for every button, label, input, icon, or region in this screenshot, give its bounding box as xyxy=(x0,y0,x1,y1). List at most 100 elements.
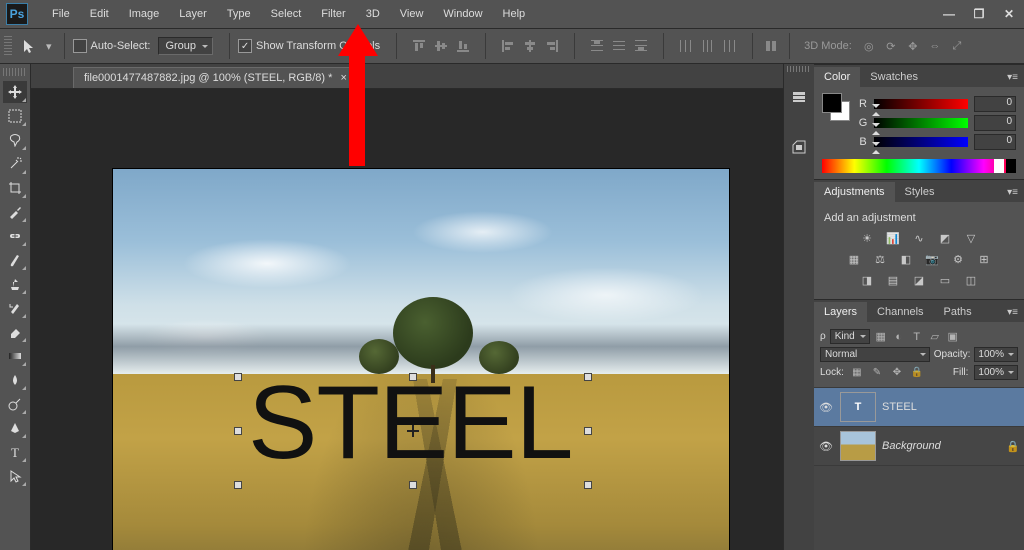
canvas-viewport[interactable]: STEEL xyxy=(31,89,783,550)
marquee-tool[interactable] xyxy=(3,105,27,127)
auto-select-mode-select[interactable]: Group xyxy=(158,37,213,55)
history-panel-icon[interactable] xyxy=(786,84,812,110)
layer-name-label[interactable]: Background xyxy=(882,440,941,452)
channel-mixer-icon[interactable]: ⚙ xyxy=(949,251,967,267)
r-slider[interactable] xyxy=(874,99,968,109)
transform-handle-bc[interactable] xyxy=(409,481,417,489)
panel-menu-icon[interactable]: ▾≡ xyxy=(1001,183,1024,202)
3d-orbit-icon[interactable]: ◎ xyxy=(860,37,878,55)
hue-saturation-icon[interactable]: ▦ xyxy=(845,251,863,267)
transform-center-icon[interactable] xyxy=(407,425,419,437)
transform-handle-bl[interactable] xyxy=(234,481,242,489)
paths-tab[interactable]: Paths xyxy=(934,302,982,322)
window-restore-icon[interactable]: ❐ xyxy=(970,7,988,21)
move-tool[interactable] xyxy=(3,81,27,103)
menu-select[interactable]: Select xyxy=(261,4,312,24)
g-slider[interactable] xyxy=(874,118,968,128)
window-minimize-icon[interactable]: — xyxy=(940,7,958,21)
fill-input[interactable]: 100% xyxy=(974,365,1018,380)
b-slider[interactable] xyxy=(874,137,968,147)
layer-row[interactable]: 👁Background🔒 xyxy=(814,427,1024,466)
properties-panel-icon[interactable] xyxy=(786,134,812,160)
lock-position-icon[interactable]: ✥ xyxy=(890,366,904,380)
align-hcenter-icon[interactable] xyxy=(520,36,540,56)
pen-tool[interactable] xyxy=(3,417,27,439)
g-value-input[interactable]: 0 xyxy=(974,115,1016,131)
history-brush-tool[interactable] xyxy=(3,297,27,319)
distribute-left-icon[interactable] xyxy=(676,36,696,56)
clone-stamp-tool[interactable] xyxy=(3,273,27,295)
color-lookup-icon[interactable]: ⊞ xyxy=(975,251,993,267)
posterize-icon[interactable]: ▤ xyxy=(884,272,902,288)
filter-shape-icon[interactable]: ▱ xyxy=(928,330,942,344)
black-white-icon[interactable]: ◧ xyxy=(897,251,915,267)
3d-roll-icon[interactable]: ⟳ xyxy=(882,37,900,55)
move-tool-indicator-icon[interactable] xyxy=(18,34,42,58)
crop-tool[interactable] xyxy=(3,177,27,199)
channels-tab[interactable]: Channels xyxy=(867,302,933,322)
layer-thumbnail[interactable] xyxy=(840,431,876,461)
menu-edit[interactable]: Edit xyxy=(80,4,119,24)
distribute-top-icon[interactable] xyxy=(587,36,607,56)
swatches-tab[interactable]: Swatches xyxy=(860,67,928,87)
curves-icon[interactable]: ∿ xyxy=(910,230,928,246)
align-bottom-icon[interactable] xyxy=(453,36,473,56)
lock-transparency-icon[interactable]: ▦ xyxy=(850,366,864,380)
dodge-tool[interactable] xyxy=(3,393,27,415)
b-value-input[interactable]: 0 xyxy=(974,134,1016,150)
menu-file[interactable]: File xyxy=(42,4,80,24)
opacity-input[interactable]: 100% xyxy=(974,347,1018,362)
panel-menu-icon[interactable]: ▾≡ xyxy=(1001,68,1024,87)
lock-all-icon[interactable]: 🔒 xyxy=(910,366,924,380)
menu-image[interactable]: Image xyxy=(119,4,170,24)
menu-window[interactable]: Window xyxy=(433,4,492,24)
threshold-icon[interactable]: ◪ xyxy=(910,272,928,288)
selective-color-icon[interactable]: ◫ xyxy=(962,272,980,288)
document-tab[interactable]: file0001477487882.jpg @ 100% (STEEL, RGB… xyxy=(73,67,358,88)
visibility-eye-icon[interactable]: 👁 xyxy=(818,401,834,414)
auto-align-icon[interactable] xyxy=(761,36,781,56)
transform-handle-mr[interactable] xyxy=(584,427,592,435)
gradient-map-icon[interactable]: ▭ xyxy=(936,272,954,288)
eraser-tool[interactable] xyxy=(3,321,27,343)
transform-handle-ml[interactable] xyxy=(234,427,242,435)
menu-3d[interactable]: 3D xyxy=(356,4,390,24)
3d-scale-icon[interactable]: ⤢ xyxy=(948,37,966,55)
distribute-vcenter-icon[interactable] xyxy=(609,36,629,56)
auto-select-checkbox[interactable] xyxy=(73,39,87,53)
gradient-tool[interactable] xyxy=(3,345,27,367)
tab-close-icon[interactable]: × xyxy=(340,72,346,84)
filter-adjustment-icon[interactable]: ◐ xyxy=(892,330,906,344)
menu-filter[interactable]: Filter xyxy=(311,4,355,24)
layer-thumbnail[interactable]: T xyxy=(840,392,876,422)
filter-pixel-icon[interactable]: ▦ xyxy=(874,330,888,344)
magic-wand-tool[interactable] xyxy=(3,153,27,175)
menu-type[interactable]: Type xyxy=(217,4,261,24)
lasso-tool[interactable] xyxy=(3,129,27,151)
color-swatch-pair[interactable] xyxy=(822,93,850,121)
filter-smart-icon[interactable]: ▣ xyxy=(946,330,960,344)
show-transform-checkbox[interactable] xyxy=(238,39,252,53)
transform-bbox[interactable] xyxy=(238,377,588,485)
color-balance-icon[interactable]: ⚖ xyxy=(871,251,889,267)
adjustments-tab[interactable]: Adjustments xyxy=(814,182,895,202)
type-tool[interactable]: T xyxy=(3,441,27,463)
vibrance-icon[interactable]: ▽ xyxy=(962,230,980,246)
align-left-icon[interactable] xyxy=(498,36,518,56)
menu-help[interactable]: Help xyxy=(493,4,536,24)
3d-pan-icon[interactable]: ✥ xyxy=(904,37,922,55)
distribute-bottom-icon[interactable] xyxy=(631,36,651,56)
transform-handle-br[interactable] xyxy=(584,481,592,489)
path-selection-tool[interactable] xyxy=(3,465,27,487)
photo-filter-icon[interactable]: 📷 xyxy=(923,251,941,267)
filter-type-icon[interactable]: T xyxy=(910,330,924,344)
layer-row[interactable]: 👁TSTEEL xyxy=(814,388,1024,427)
brightness-contrast-icon[interactable]: ☀ xyxy=(858,230,876,246)
exposure-icon[interactable]: ◩ xyxy=(936,230,954,246)
transform-handle-tc[interactable] xyxy=(409,373,417,381)
panel-menu-icon[interactable]: ▾≡ xyxy=(1001,303,1024,322)
distribute-right-icon[interactable] xyxy=(720,36,740,56)
levels-icon[interactable]: 📊 xyxy=(884,230,902,246)
styles-tab[interactable]: Styles xyxy=(895,182,945,202)
align-top-icon[interactable] xyxy=(409,36,429,56)
